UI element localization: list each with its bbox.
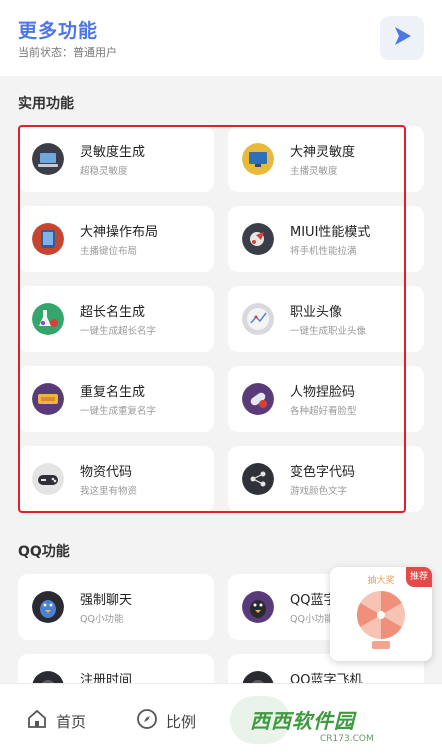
card-name: 大神操作布局 [80,225,159,240]
bottom-nav: 首页 比例 西西软件园 CR173.COM [0,683,442,754]
feature-card-long-name[interactable]: 超长名生成 一键生成超长名字 [18,286,214,352]
lucky-draw-popup[interactable]: 抽大奖 推荐 [330,567,432,661]
card-name: 重复名生成 [80,385,146,400]
feature-card-miui[interactable]: MIUI性能模式 将手机性能拉满 [228,206,424,272]
rocket-icon [242,223,274,255]
play-triangle-icon [391,25,413,51]
user-status: 当前状态：普通用户 [18,46,117,59]
card-name: 人物捏脸码 [290,385,356,400]
compass-icon [136,708,166,734]
penguin-icon [242,591,274,623]
card-desc: 主播灵敏度 [290,166,338,177]
chart-icon [242,303,274,335]
home-icon [26,708,56,734]
card-desc: 我这里有物资 [80,486,138,497]
header: 更多功能 当前状态：普通用户 [0,0,442,76]
card-name: 强制聊天 [80,593,133,608]
card-name: 变色字代码 [290,465,356,480]
card-desc: 游戏颜色文字 [290,486,348,497]
card-name: 灵敏度生成 [80,145,146,160]
feature-card-sensitivity[interactable]: 灵敏度生成 超稳灵敏度 [18,126,214,192]
ticket-icon [32,383,64,415]
section-title-practical: 实用功能 [18,96,74,112]
prize-wheel-icon [352,587,410,657]
share-icon [242,463,274,495]
card-desc: 超稳灵敏度 [80,166,128,177]
laptop-icon [32,143,64,175]
flask-icon [32,303,64,335]
play-button[interactable] [380,16,424,60]
card-desc: 一键生成职业头像 [290,326,367,337]
card-name: 物资代码 [80,465,133,480]
nav-ratio-label: 比例 [166,712,197,731]
card-desc: 将手机性能拉满 [290,246,357,257]
watermark-logo: 西西软件园 [250,709,355,733]
nav-ratio[interactable]: 比例 [136,708,196,734]
card-name: 大神灵敏度 [290,145,356,160]
card-desc: 各种超好看脸型 [290,406,357,417]
tablet-icon [32,223,64,255]
feature-card-avatar[interactable]: 职业头像 一键生成职业头像 [228,286,424,352]
card-name: 职业头像 [290,305,343,320]
card-desc: QQ小功能 [290,614,334,625]
monitor-icon [242,143,274,175]
card-name: 超长名生成 [80,305,146,320]
nav-home-label: 首页 [56,712,87,731]
card-desc: QQ小功能 [80,614,124,625]
qq-card-force-chat[interactable]: 强制聊天 QQ小功能 [18,574,214,640]
penguin-icon [32,591,64,623]
feature-card-color-text[interactable]: 变色字代码 游戏颜色文字 [228,446,424,512]
feature-card-face-code[interactable]: 人物捏脸码 各种超好看脸型 [228,366,424,432]
card-name: MIUI性能模式 [290,225,371,240]
feature-card-pro-sensitivity[interactable]: 大神灵敏度 主播灵敏度 [228,126,424,192]
section-title-qq: QQ功能 [18,544,70,560]
card-desc: 一键生成超长名字 [80,326,157,337]
feature-card-supply-code[interactable]: 物资代码 我这里有物资 [18,446,214,512]
gamepad-icon [32,463,64,495]
feature-card-repeat-name[interactable]: 重复名生成 一键生成重复名字 [18,366,214,432]
recommend-badge: 推荐 [406,567,432,587]
nav-home[interactable]: 首页 [26,708,86,734]
page-title: 更多功能 [18,20,99,42]
feature-card-layout[interactable]: 大神操作布局 主播键位布局 [18,206,214,272]
card-desc: 一键生成重复名字 [80,406,157,417]
watermark-url: CR173.COM [320,734,374,744]
card-desc: 主播键位布局 [80,246,138,257]
pill-icon [242,383,274,415]
